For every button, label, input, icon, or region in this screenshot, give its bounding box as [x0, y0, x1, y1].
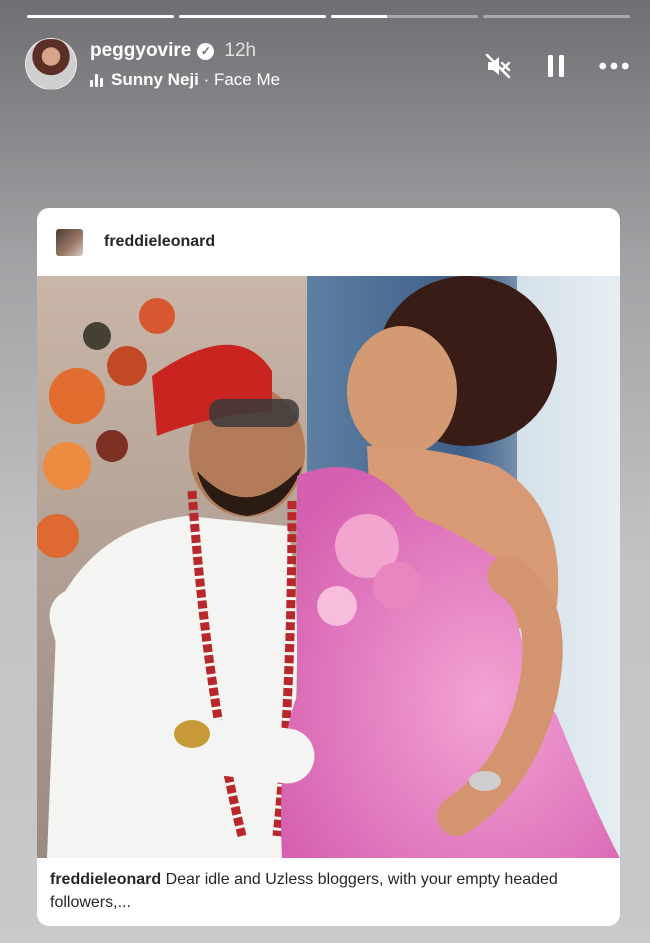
story-avatar[interactable] — [25, 38, 77, 90]
post-username[interactable]: freddieleonard — [104, 233, 215, 251]
music-bars-icon — [90, 73, 103, 87]
post-header: freddieleonard — [37, 208, 620, 276]
music-track: Face Me — [213, 70, 281, 89]
verified-badge-icon: ✓ — [197, 42, 215, 60]
story-controls — [482, 50, 630, 82]
more-dots-icon[interactable] — [598, 50, 630, 82]
story-progress-bars — [27, 15, 630, 18]
story-music-row[interactable]: Sunny Neji · Face Me — [90, 70, 280, 90]
music-artist: Sunny Neji — [111, 70, 199, 89]
speaker-muted-icon[interactable] — [482, 50, 514, 82]
music-separator: · — [198, 70, 214, 89]
pause-icon[interactable] — [540, 50, 572, 82]
progress-fill-2 — [179, 15, 326, 18]
progress-segment-1 — [27, 15, 174, 18]
progress-fill-3 — [331, 15, 387, 18]
post-avatar[interactable] — [56, 228, 83, 256]
story-header: peggyovire ✓ 12h Sunny Neji · Face Me — [25, 38, 630, 92]
music-label: Sunny Neji · Face Me — [111, 70, 280, 90]
caption-username[interactable]: freddieleonard — [50, 871, 161, 888]
post-caption: freddieleonard Dear idle and Uzless blog… — [50, 868, 605, 914]
progress-segment-4 — [483, 15, 630, 18]
story-user-row: peggyovire ✓ 12h — [90, 40, 256, 62]
post-photo[interactable] — [37, 276, 620, 858]
story-timestamp: 12h — [224, 40, 257, 61]
progress-fill-1 — [27, 15, 174, 18]
story-username[interactable]: peggyovire — [90, 40, 191, 62]
progress-segment-3 — [331, 15, 478, 18]
progress-segment-2 — [179, 15, 326, 18]
shared-post-card[interactable]: freddieleonard freddieleonard Dear idle … — [37, 208, 620, 926]
